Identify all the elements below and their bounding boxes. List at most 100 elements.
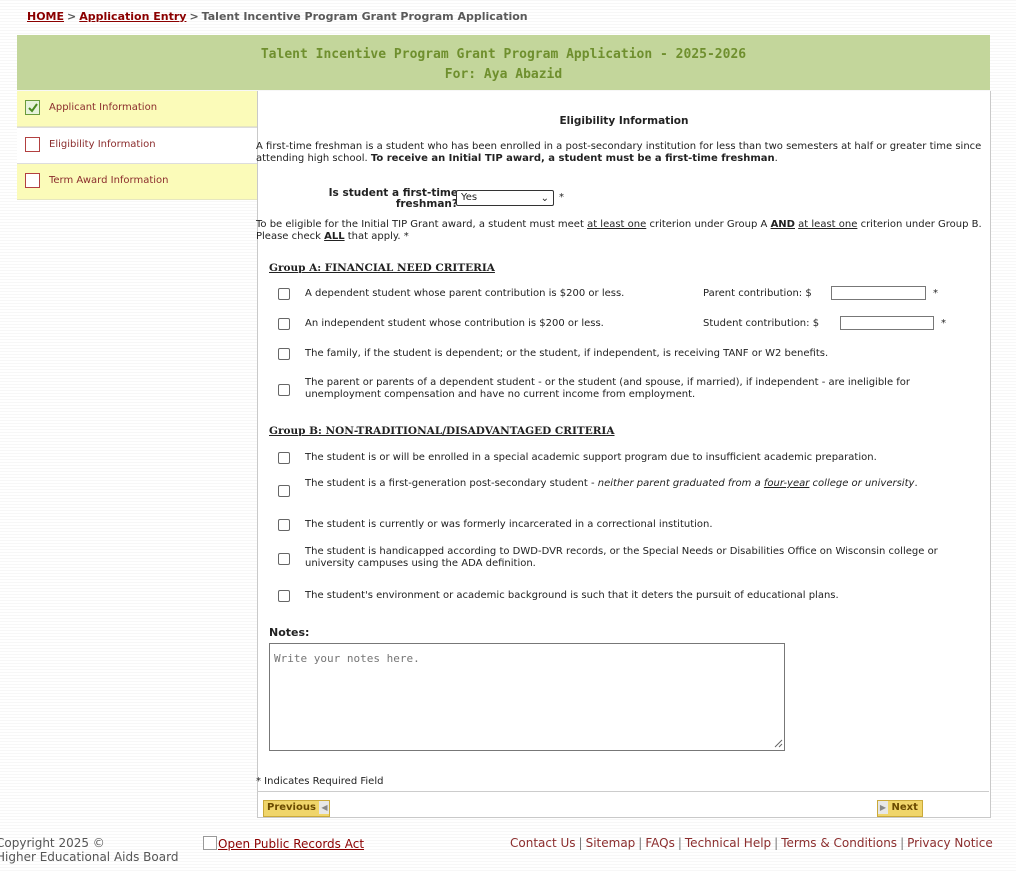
parent-contribution-label: Parent contribution: $ bbox=[703, 288, 812, 299]
first-gen-italic: neither parent graduated from a bbox=[597, 478, 764, 489]
criterion-checkbox[interactable] bbox=[278, 452, 290, 464]
freshman-select[interactable]: Yes ⌄ bbox=[456, 190, 554, 206]
note-underline: at least one bbox=[798, 219, 858, 230]
open-records-label: Open Public Records Act bbox=[218, 837, 365, 851]
required-field-note: * Indicates Required Field bbox=[256, 776, 384, 787]
criterion-a4: The parent or parents of a dependent stu… bbox=[278, 377, 978, 405]
applicant-name: For: Aya Abazid bbox=[444, 67, 563, 82]
sidebar-item-label: Term Award Information bbox=[49, 175, 169, 186]
parent-contribution-input[interactable] bbox=[831, 286, 926, 300]
criterion-b3: The student is currently or was formerly… bbox=[278, 519, 978, 533]
criterion-checkbox[interactable] bbox=[278, 519, 290, 531]
criterion-checkbox[interactable] bbox=[278, 384, 290, 396]
previous-label: Previous bbox=[267, 802, 316, 813]
group-a-heading: Group A: FINANCIAL NEED CRITERIA bbox=[269, 262, 495, 274]
criterion-checkbox[interactable] bbox=[278, 288, 290, 300]
criterion-checkbox[interactable] bbox=[278, 485, 290, 497]
breadcrumb-separator: > bbox=[67, 10, 77, 23]
criterion-checkbox[interactable] bbox=[278, 553, 290, 565]
criterion-text: The student is currently or was formerly… bbox=[305, 519, 713, 530]
first-gen-four-year: four-year bbox=[763, 478, 810, 489]
sidebar-item-applicant-information[interactable]: Applicant Information bbox=[17, 91, 257, 127]
criterion-checkbox[interactable] bbox=[278, 348, 290, 360]
link-separator: | bbox=[900, 836, 905, 850]
sidebar: Applicant Information Eligibility Inform… bbox=[17, 91, 257, 200]
link-separator: | bbox=[638, 836, 643, 850]
chevron-left-icon: ◀ bbox=[319, 801, 330, 814]
criterion-checkbox[interactable] bbox=[278, 590, 290, 602]
notes-textarea[interactable] bbox=[269, 643, 785, 751]
note-part: To be eligible for the Initial TIP Grant… bbox=[256, 219, 588, 230]
breadcrumb-home-link[interactable]: HOME bbox=[27, 10, 64, 23]
criterion-text: The student is handicapped according to … bbox=[305, 546, 938, 569]
criterion-b2: The student is a first-generation post-s… bbox=[278, 478, 978, 506]
note-and: AND bbox=[770, 219, 795, 230]
navigation-bar: Previous ◀ ▶ Next bbox=[257, 791, 989, 817]
sidebar-item-eligibility-information[interactable]: Eligibility Information bbox=[17, 127, 257, 164]
checkmark-icon bbox=[25, 100, 40, 115]
open-public-records-link[interactable]: Open Public Records Act bbox=[203, 836, 364, 851]
criterion-text: The student is a first-generation post-s… bbox=[305, 478, 955, 490]
criterion-text: The student's environment or academic ba… bbox=[305, 590, 839, 601]
required-asterisk: * bbox=[559, 192, 564, 203]
required-asterisk: * bbox=[941, 318, 946, 329]
first-gen-text: The student is a first-generation post-s… bbox=[305, 478, 598, 489]
next-label: Next bbox=[891, 802, 918, 813]
chevron-right-icon: ▶ bbox=[878, 801, 888, 814]
criterion-text: The student is or will be enrolled in a … bbox=[305, 452, 877, 463]
organization-name: Higher Educational Aids Board bbox=[0, 850, 179, 864]
note-underline: at least one bbox=[587, 219, 647, 230]
freshman-question-label: Is student a first-time freshman? bbox=[328, 187, 458, 210]
breadcrumb: HOME > Application Entry > Talent Incentive … bbox=[27, 10, 528, 23]
notes-label: Notes: bbox=[269, 626, 310, 639]
first-gen-end: . bbox=[914, 478, 918, 489]
privacy-notice-link[interactable]: Privacy Notice bbox=[907, 836, 993, 850]
resize-grip-icon[interactable] bbox=[774, 739, 783, 748]
criterion-text: The parent or parents of a dependent stu… bbox=[305, 377, 911, 400]
criterion-checkbox[interactable] bbox=[278, 318, 290, 330]
required-asterisk: * bbox=[933, 288, 938, 299]
link-separator: | bbox=[578, 836, 583, 850]
criterion-text: A dependent student whose parent contrib… bbox=[305, 288, 625, 299]
page-header: Talent Incentive Program Grant Program A… bbox=[17, 35, 990, 90]
criterion-a3: The family, if the student is dependent;… bbox=[278, 348, 978, 362]
intro-bold: To receive an Initial TIP award, a stude… bbox=[370, 153, 775, 164]
empty-checkbox-icon bbox=[25, 137, 40, 152]
broken-image-icon bbox=[203, 836, 217, 850]
faqs-link[interactable]: FAQs bbox=[645, 836, 675, 850]
criterion-text: An independent student whose contributio… bbox=[305, 318, 604, 329]
main-panel: Eligibility Information A first-time fre… bbox=[256, 91, 991, 818]
sidebar-item-term-award-information[interactable]: Term Award Information bbox=[17, 164, 257, 200]
technical-help-link[interactable]: Technical Help bbox=[685, 836, 771, 850]
chevron-down-icon: ⌄ bbox=[540, 193, 549, 204]
eligibility-instructions: To be eligible for the Initial TIP Grant… bbox=[256, 219, 984, 243]
footer-links: Contact Us | Sitemap | FAQs | Technical Help | T… bbox=[510, 836, 993, 850]
link-separator: | bbox=[677, 836, 682, 850]
link-separator: | bbox=[774, 836, 779, 850]
first-gen-italic: college or university bbox=[809, 478, 915, 489]
contact-us-link[interactable]: Contact Us bbox=[510, 836, 576, 850]
terms-conditions-link[interactable]: Terms & Conditions bbox=[781, 836, 897, 850]
next-button[interactable]: ▶ Next bbox=[877, 800, 923, 817]
intro-text: A first-time freshman is a student who h… bbox=[256, 141, 984, 165]
empty-checkbox-icon bbox=[25, 173, 40, 188]
breadcrumb-application-entry-link[interactable]: Application Entry bbox=[79, 10, 186, 23]
page-title: Talent Incentive Program Grant Program A… bbox=[260, 47, 747, 62]
sidebar-item-label: Eligibility Information bbox=[49, 139, 156, 150]
group-b-heading: Group B: NON-TRADITIONAL/DISADVANTAGED C… bbox=[269, 425, 615, 437]
note-part: that apply. * bbox=[344, 231, 409, 242]
section-title: Eligibility Information bbox=[559, 115, 689, 127]
copyright-text: Copyright 2025 © bbox=[0, 836, 105, 850]
note-part: criterion under Group A bbox=[646, 219, 771, 230]
previous-button[interactable]: Previous ◀ bbox=[263, 800, 331, 817]
footer-copyright: Copyright 2025 © Higher Educational Aids… bbox=[0, 836, 178, 864]
sitemap-link[interactable]: Sitemap bbox=[586, 836, 636, 850]
breadcrumb-current: Talent Incentive Program Grant Program A… bbox=[201, 10, 528, 23]
student-contribution-input[interactable] bbox=[840, 316, 934, 330]
criterion-b1: The student is or will be enrolled in a … bbox=[278, 452, 978, 466]
criterion-b4: The student is handicapped according to … bbox=[278, 546, 978, 574]
student-contribution-label: Student contribution: $ bbox=[703, 318, 820, 329]
criterion-text: The family, if the student is dependent;… bbox=[305, 348, 829, 359]
criterion-b5: The student's environment or academic ba… bbox=[278, 590, 978, 604]
freshman-select-value: Yes bbox=[461, 192, 478, 203]
